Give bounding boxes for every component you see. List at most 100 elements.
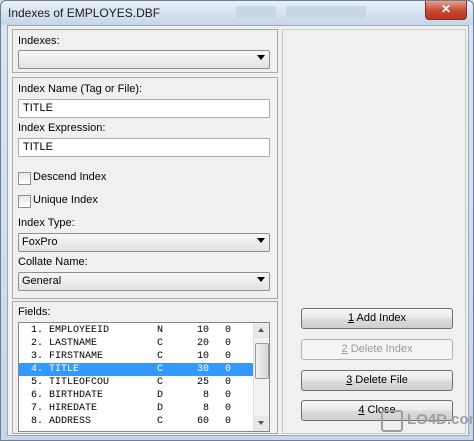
lo4d-logo-icon <box>381 410 403 432</box>
field-name: BIRTHDATE <box>49 390 104 401</box>
field-width: 10 <box>196 325 209 336</box>
index-name-value: TITLE <box>23 102 53 114</box>
chevron-down-icon <box>257 277 265 282</box>
field-width: 25 <box>196 377 209 388</box>
window-title: Indexes of EMPLOYES.DBF <box>8 6 161 20</box>
field-width: 20 <box>196 338 209 349</box>
field-type: D <box>157 390 164 401</box>
index-type-dropdown[interactable]: FoxPro <box>18 233 270 252</box>
scroll-down-button[interactable] <box>254 416 269 431</box>
left-column: Indexes: Index Name (Tag or File): TITLE… <box>12 29 278 434</box>
close-window-button[interactable]: ✕ <box>425 1 467 20</box>
field-number: 2. <box>30 338 43 349</box>
scroll-up-icon <box>258 328 264 332</box>
close-icon: ✕ <box>440 2 452 16</box>
field-type: C <box>157 416 164 427</box>
field-decimals: 0 <box>224 325 231 336</box>
field-name: HIREDATE <box>49 403 98 414</box>
field-width: 30 <box>196 364 209 375</box>
field-row[interactable]: 1. EMPLOYEEID N 10 0 <box>19 324 254 337</box>
field-decimals: 0 <box>224 416 231 427</box>
delete-file-label: Delete File <box>352 374 408 386</box>
field-row[interactable]: 2. LASTNAME C 20 0 <box>19 337 254 350</box>
delete-index-button[interactable]: 2 Delete Index <box>301 339 453 360</box>
index-type-label: Index Type: <box>18 217 75 229</box>
index-type-value: FoxPro <box>22 236 58 248</box>
chevron-down-icon <box>257 238 265 243</box>
field-row[interactable]: 7. HIREDATE D 8 0 <box>19 402 254 415</box>
title-bar[interactable]: Indexes of EMPLOYES.DBF ✕ <box>1 1 473 25</box>
scroll-up-button[interactable] <box>254 323 269 338</box>
fields-panel: Fields: 1. EMPLOYEEID N 10 0 2. LASTNAME C 20 0 3.… <box>12 301 278 434</box>
fields-list[interactable]: 1. EMPLOYEEID N 10 0 2. LASTNAME C 20 0 3. FIRSTNAM… <box>18 322 270 432</box>
field-number: 7. <box>30 403 43 414</box>
field-row[interactable]: 8. ADDRESS C 60 0 <box>19 415 254 428</box>
index-expression-field[interactable]: TITLE <box>18 138 270 157</box>
field-type: C <box>157 364 164 375</box>
field-number: 6. <box>30 390 43 401</box>
field-name: FIRSTNAME <box>49 351 104 362</box>
field-width: 8 <box>202 403 209 414</box>
index-properties-panel: Index Name (Tag or File): TITLE Index Ex… <box>12 77 278 299</box>
field-width: 8 <box>202 390 209 401</box>
indexes-label: Indexes: <box>18 35 60 47</box>
field-decimals: 0 <box>224 338 231 349</box>
field-decimals: 0 <box>224 403 231 414</box>
field-decimals: 0 <box>224 390 231 401</box>
field-type: C <box>157 338 164 349</box>
field-row[interactable]: 5. TITLEOFCOU C 25 0 <box>19 376 254 389</box>
field-type: N <box>157 325 164 336</box>
background-tab <box>236 6 276 18</box>
collate-name-value: General <box>22 275 62 287</box>
add-index-button[interactable]: 1 Add Index <box>301 308 453 329</box>
background-tab <box>286 6 366 18</box>
watermark: LO4D.com <box>381 406 474 434</box>
field-name: TITLEOFCOU <box>49 377 110 388</box>
scroll-down-icon <box>258 421 264 425</box>
field-type: D <box>157 403 164 414</box>
delete-index-label: Delete Index <box>347 343 413 355</box>
field-row[interactable]: 4. TITLE C 30 0 <box>19 363 254 376</box>
fields-scrollbar[interactable] <box>253 323 269 431</box>
field-width: 60 <box>196 416 209 427</box>
index-name-field[interactable]: TITLE <box>18 99 270 118</box>
chevron-down-icon <box>257 55 265 60</box>
field-name: EMPLOYEEID <box>49 325 110 336</box>
field-decimals: 0 <box>224 351 231 362</box>
unique-index-checkbox[interactable] <box>18 195 31 208</box>
index-expression-label: Index Expression: <box>18 122 106 134</box>
field-width: 10 <box>196 351 209 362</box>
field-name: TITLE <box>49 364 80 375</box>
field-number: 1. <box>30 325 43 336</box>
scrollbar-thumb[interactable] <box>255 343 269 379</box>
field-decimals: 0 <box>224 377 231 388</box>
descend-index-label[interactable]: Descend Index <box>33 171 106 183</box>
collate-name-dropdown[interactable]: General <box>18 272 270 291</box>
delete-file-button[interactable]: 3 Delete File <box>301 370 453 391</box>
dialog-client-area: Indexes: Index Name (Tag or File): TITLE… <box>7 25 469 436</box>
field-type: C <box>157 351 164 362</box>
add-index-label: Add Index <box>354 312 407 324</box>
index-name-label: Index Name (Tag or File): <box>18 83 143 95</box>
field-number: 5. <box>30 377 43 388</box>
field-number: 4. <box>30 364 43 375</box>
field-decimals: 0 <box>224 364 231 375</box>
descend-index-checkbox[interactable] <box>18 172 31 185</box>
field-number: 3. <box>30 351 43 362</box>
dialog-window: Indexes of EMPLOYES.DBF ✕ Indexes: Index… <box>0 0 474 441</box>
field-name: ADDRESS <box>49 416 92 427</box>
fields-list-rows: 1. EMPLOYEEID N 10 0 2. LASTNAME C 20 0 3. FIRSTNAM… <box>19 324 254 428</box>
collate-name-label: Collate Name: <box>18 256 88 268</box>
button-column: 1 Add Index 2 Delete Index 3 Delete File… <box>282 29 466 434</box>
fields-label: Fields: <box>18 306 51 318</box>
field-row[interactable]: 6. BIRTHDATE D 8 0 <box>19 389 254 402</box>
field-row[interactable]: 3. FIRSTNAME C 10 0 <box>19 350 254 363</box>
field-number: 8. <box>30 416 43 427</box>
unique-index-label[interactable]: Unique Index <box>33 194 98 206</box>
field-name: LASTNAME <box>49 338 98 349</box>
indexes-dropdown[interactable] <box>18 50 270 69</box>
index-expression-value: TITLE <box>23 141 53 153</box>
indexes-panel: Indexes: <box>12 29 278 73</box>
watermark-text: LO4D.com <box>407 411 474 428</box>
field-type: C <box>157 377 164 388</box>
